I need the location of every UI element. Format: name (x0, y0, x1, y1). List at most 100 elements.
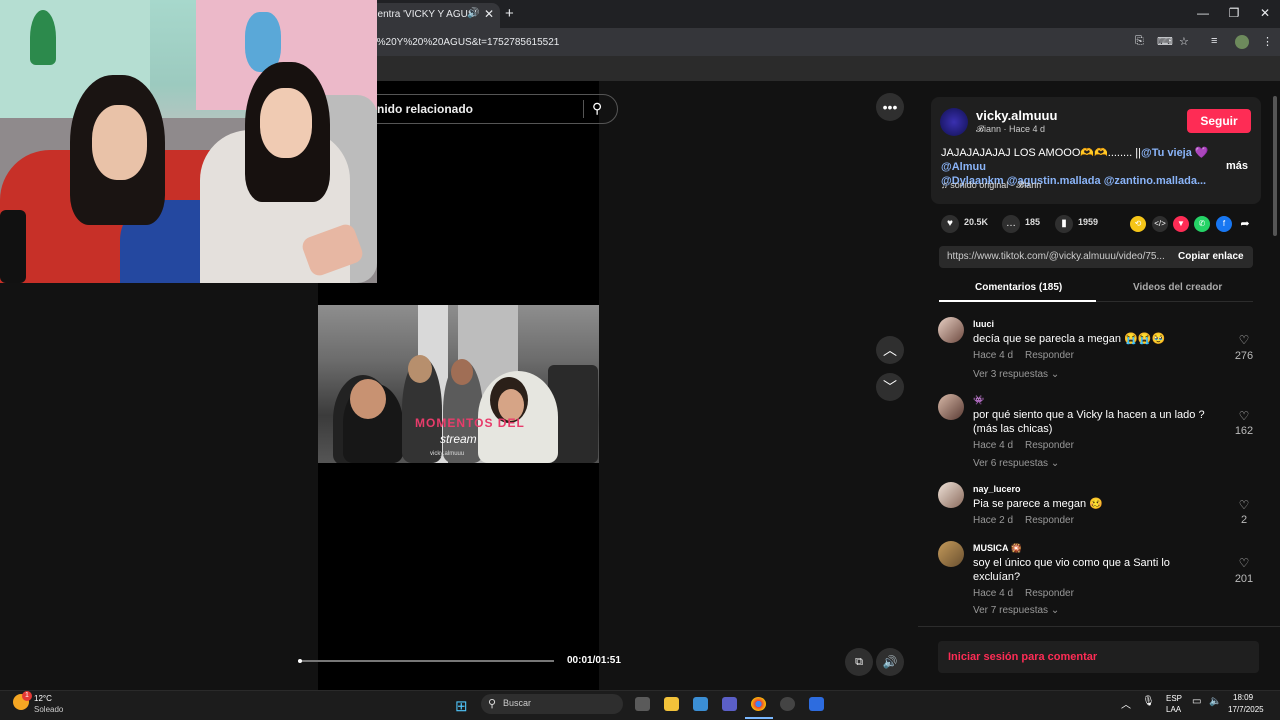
comment-author[interactable]: MUSICA 🎇 (973, 543, 1022, 554)
comment-like-count: 2 (1240, 514, 1248, 526)
comment-author[interactable]: 👾 (973, 395, 984, 406)
lang-line1[interactable]: ESP (1166, 694, 1182, 703)
translate-icon[interactable]: ⌨ (1157, 35, 1173, 48)
media-icon[interactable]: ≡ (1211, 35, 1217, 47)
reply-button[interactable]: Responder (1025, 588, 1074, 599)
store-icon[interactable] (693, 697, 708, 711)
tab-comments[interactable]: Comentarios (185) (975, 282, 1062, 293)
comment-like-count: 276 (1234, 350, 1254, 362)
bookmark-icon[interactable]: ▮ (1055, 215, 1073, 233)
chrome-icon[interactable] (751, 697, 766, 711)
pip-icon[interactable]: ⧉ (845, 648, 873, 676)
microphone-icon[interactable]: 🎙 (1142, 696, 1155, 707)
comment-avatar[interactable] (938, 317, 964, 343)
next-video-button[interactable]: ﹀ (876, 373, 904, 401)
comment-avatar[interactable] (938, 482, 964, 508)
view-replies-label: Ver 6 respuestas (973, 458, 1049, 469)
view-replies-button[interactable]: Ver 6 respuestas ⌄ (973, 458, 1059, 469)
tray-chevron-icon[interactable]: ︿ (1121, 696, 1131, 711)
mention-almuu[interactable]: @Almuu (941, 161, 986, 173)
tab-creator-videos[interactable]: Videos del creador (1133, 282, 1222, 293)
whatsapp-icon[interactable]: ✆ (1194, 216, 1210, 232)
speaker-tray-icon[interactable]: 🔈 (1209, 696, 1221, 707)
windows-start-icon[interactable]: ⊞ (455, 697, 468, 715)
app-icon-blue[interactable] (809, 697, 824, 711)
view-replies-button[interactable]: Ver 3 respuestas ⌄ (973, 369, 1059, 380)
save-count: 1959 (1078, 217, 1099, 227)
music-title: sonido original - 𝓑iann (950, 180, 1042, 190)
more-options-icon[interactable]: ••• (876, 93, 904, 121)
facebook-icon[interactable]: f (1216, 216, 1232, 232)
video-watermark: vicky.almuuu (430, 451, 465, 457)
comment-like-icon[interactable]: ♡ (1229, 498, 1259, 512)
like-icon[interactable]: ♥ (941, 215, 959, 233)
mention-tuvieja[interactable]: @Tu vieja (1141, 147, 1192, 159)
comment-like-icon[interactable]: ♡ (1229, 556, 1259, 570)
profile-avatar[interactable] (1235, 35, 1249, 49)
reply-button[interactable]: Responder (1025, 350, 1074, 361)
comment-like-icon[interactable]: ♡ (1229, 333, 1259, 347)
webcam-overlay (0, 0, 377, 283)
comment-avatar[interactable] (938, 541, 964, 567)
video-caption: MOMENTOS DEL (415, 416, 525, 430)
comment-text: soy el único que vio como que a Santi lo… (973, 557, 1170, 583)
copy-link-button[interactable]: Copiar enlace (1178, 251, 1244, 262)
login-to-comment-button[interactable]: Iniciar sesión para comentar (938, 641, 1259, 673)
tab-active-indicator (939, 300, 1096, 302)
mention-zantino[interactable]: @zantino.mallada... (1104, 175, 1206, 187)
task-view-icon[interactable] (635, 697, 650, 711)
send-icon[interactable]: ▼ (1173, 216, 1189, 232)
cast-icon[interactable]: ⎘ (1135, 35, 1144, 48)
comment-like-count: 162 (1234, 425, 1254, 437)
address-bar[interactable]: Y%20Y%20%20AGUS&t=1752785615521 (370, 33, 1170, 53)
comment-avatar[interactable] (938, 394, 964, 420)
creator-username[interactable]: vicky.almuuu (976, 108, 1057, 123)
active-app-indicator (745, 717, 773, 719)
share-arrow-icon[interactable]: ➦ (1237, 216, 1253, 232)
taskbar-search-label: Buscar (503, 698, 532, 708)
comment-like-count: 201 (1234, 573, 1254, 585)
reply-button[interactable]: Responder (1025, 440, 1074, 451)
search-icon[interactable]: ⚲ (592, 100, 602, 117)
bookmark-star-icon[interactable]: ☆ (1179, 35, 1189, 48)
speaker-icon[interactable]: 🔊 (467, 8, 479, 19)
embed-icon[interactable]: </> (1152, 216, 1168, 232)
file-explorer-icon[interactable] (664, 697, 679, 711)
progress-handle[interactable] (298, 659, 302, 663)
comment-author[interactable]: luuci (973, 319, 994, 329)
progress-bar[interactable] (298, 660, 554, 662)
taskbar-search-input[interactable]: Buscar (481, 694, 623, 714)
clock-time[interactable]: 18:09 (1233, 693, 1253, 702)
reply-button[interactable]: Responder (1025, 515, 1074, 526)
comment-author[interactable]: nay_lucero (973, 484, 1021, 494)
volume-icon[interactable]: 🔊 (876, 648, 904, 676)
share-link-text[interactable]: https://www.tiktok.com/@vicky.almuuu/vid… (947, 251, 1167, 262)
teams-icon[interactable] (722, 697, 737, 711)
repost-icon[interactable]: ⟲ (1130, 216, 1146, 232)
follow-button[interactable]: Seguir (1187, 109, 1251, 133)
lang-line2[interactable]: LAA (1166, 705, 1181, 714)
panel-scrollbar[interactable] (1273, 96, 1277, 236)
new-tab-button[interactable]: + (505, 5, 514, 22)
related-search-input[interactable]: nido relacionado (360, 94, 618, 124)
clock-date[interactable]: 17/7/2025 (1228, 705, 1264, 714)
comment-icon[interactable]: … (1002, 215, 1020, 233)
display-icon[interactable]: ▭ (1192, 696, 1201, 707)
browser-tab[interactable]: uentra 'VICKY Y AGUS' 🔊 ✕ (362, 3, 500, 28)
more-link[interactable]: más (1226, 160, 1248, 172)
restore-icon[interactable]: ❐ (1224, 6, 1244, 20)
minimize-icon[interactable]: — (1193, 6, 1213, 20)
menu-icon[interactable]: ⋮ (1262, 35, 1273, 48)
view-replies-button[interactable]: Ver 7 respuestas ⌄ (973, 605, 1059, 616)
weather-temp[interactable]: 12°C (34, 694, 52, 703)
tab-title: uentra 'VICKY Y AGUS' (372, 9, 477, 20)
music-label[interactable]: ♫ sonido original - 𝓑iann (941, 180, 1041, 191)
window-close-icon[interactable]: ✕ (1255, 6, 1275, 20)
comment-like-icon[interactable]: ♡ (1229, 409, 1259, 423)
comment-time: Hace 4 d (973, 588, 1014, 599)
comment-text: decía que se parecla a megan 😭😭🥹 (973, 333, 1166, 345)
close-tab-icon[interactable]: ✕ (484, 7, 494, 21)
previous-video-button[interactable]: ︿ (876, 336, 904, 364)
creator-avatar[interactable] (940, 108, 968, 136)
app-icon[interactable] (780, 697, 795, 711)
